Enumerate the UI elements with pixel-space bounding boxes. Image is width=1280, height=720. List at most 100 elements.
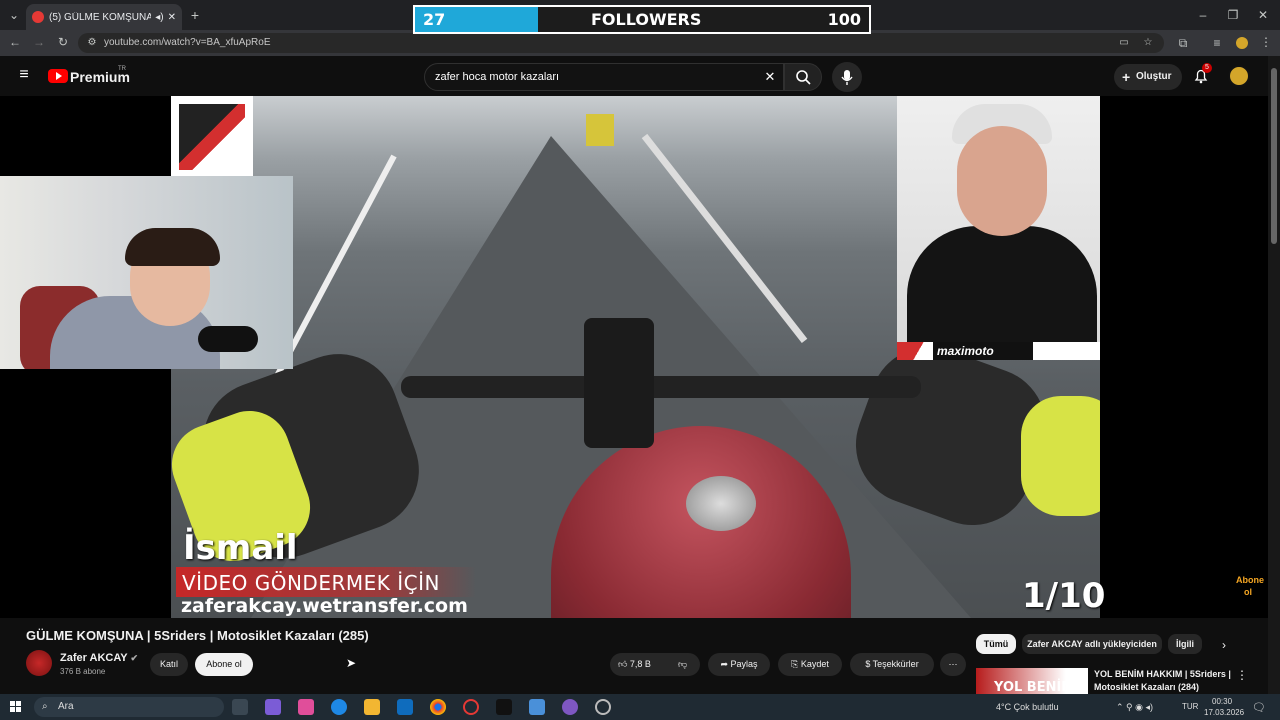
outlook-icon[interactable]	[397, 699, 413, 715]
account-avatar[interactable]	[1228, 65, 1250, 87]
notifications-button[interactable]: 5	[1192, 63, 1212, 85]
streamer-webcam	[0, 176, 293, 369]
new-tab-icon[interactable]: +	[188, 8, 202, 22]
like-button[interactable]: 👍︎ 7,8 B	[618, 659, 651, 669]
video-player[interactable]: maximoto İsmail VİDEO GÖNDERMEK İÇİN zaf…	[0, 96, 1268, 618]
save-icon: ⎘	[791, 659, 799, 669]
channel-avatar[interactable]	[26, 650, 52, 676]
reading-list-icon[interactable]: ≡	[1210, 36, 1224, 50]
subscribe-watermark[interactable]: Abone ol	[1236, 574, 1264, 600]
site-info-icon[interactable]: ⚙	[86, 36, 98, 50]
save-button[interactable]: ⎘ Kaydet	[778, 653, 842, 676]
edge-icon[interactable]	[331, 699, 347, 715]
send-video-banner: VİDEO GÖNDERMEK İÇİN	[176, 567, 476, 597]
browser-tab-active[interactable]: (5) GÜLME KOMŞUNA | 5Sriders ◂) ✕	[26, 4, 182, 30]
app-icon[interactable]	[529, 699, 545, 715]
chrome-menu-icon[interactable]: ⋮	[1260, 35, 1272, 49]
weather-text[interactable]: 4°C Çok bulutlu	[996, 702, 1059, 712]
clock-time[interactable]: 00:30	[1212, 697, 1232, 706]
clear-search-icon[interactable]: ✕	[763, 64, 777, 90]
bus-ahead	[586, 114, 614, 146]
opera-icon[interactable]	[463, 699, 479, 715]
obs-icon[interactable]	[595, 699, 611, 715]
subscribe-button[interactable]: Abone ol	[195, 653, 253, 676]
file-explorer-icon[interactable]	[364, 699, 380, 715]
tiktok-icon[interactable]	[496, 699, 512, 715]
suggested-thumbnail[interactable]: YOL BENİM	[976, 668, 1088, 694]
more-actions-button[interactable]: ⋯	[940, 653, 966, 676]
notification-center-icon[interactable]: 🗨︎	[1252, 701, 1266, 714]
microphone-icon	[841, 70, 853, 85]
windows-start-icon[interactable]	[10, 701, 22, 713]
followers-label: FOLLOWERS	[591, 10, 702, 29]
notification-count: 5	[1202, 63, 1212, 73]
followers-goal: 100	[827, 10, 861, 29]
premium-region: TR	[118, 66, 126, 72]
suggested-menu-icon[interactable]: ⋮	[1236, 668, 1248, 682]
minimize-icon[interactable]: –	[1196, 8, 1210, 22]
back-icon[interactable]: ←	[8, 35, 22, 49]
clock-date[interactable]: 17.03.2026	[1204, 708, 1244, 717]
search-icon	[796, 70, 811, 85]
handlebar	[401, 376, 921, 398]
host-shirt	[907, 226, 1097, 360]
5sriders-logo	[171, 96, 253, 178]
tray-icons[interactable]: ⌃ ⚲ ◉ ◂)	[1116, 702, 1153, 713]
maximoto-text: maximoto	[933, 342, 1033, 360]
reload-icon[interactable]: ↻	[56, 35, 70, 49]
chip-from-uploader[interactable]: Zafer AKCAY adlı yükleyiciden	[1022, 634, 1162, 654]
copilot-icon[interactable]	[265, 699, 281, 715]
tab-audio-icon[interactable]: ◂)	[155, 12, 163, 23]
clip-counter: 1/10	[1022, 576, 1106, 616]
url-text: youtube.com/watch?v=BA_xfuApRoE	[104, 37, 271, 48]
chip-all[interactable]: Tümü	[976, 634, 1016, 654]
share-button[interactable]: ➦ Paylaş	[708, 653, 770, 676]
profile-avatar[interactable]	[1236, 37, 1248, 49]
search-button[interactable]	[784, 63, 822, 91]
suggested-title[interactable]: YOL BENİM HAKKIM | 5Sriders | Motosiklet…	[1094, 668, 1234, 694]
like-dislike-group: 👍︎ 7,8 B 👎︎	[610, 653, 700, 676]
thanks-icon: $	[865, 659, 871, 669]
cast-icon[interactable]: ▭	[1118, 36, 1130, 50]
join-button[interactable]: Katıl	[150, 653, 188, 676]
youtube-favicon-icon	[32, 11, 44, 23]
page-scrollbar[interactable]	[1268, 56, 1280, 694]
bookmark-star-icon[interactable]: ☆	[1142, 36, 1154, 50]
subscriber-count: 376 B abone	[60, 667, 106, 676]
chrome-icon[interactable]	[430, 699, 446, 715]
streamer-hair	[125, 228, 220, 266]
tab-close-icon[interactable]: ✕	[168, 12, 176, 23]
taskbar-search[interactable]: ⌕ Ara	[34, 697, 224, 717]
followers-goal-bar: 27 FOLLOWERS 100	[413, 5, 871, 34]
create-button[interactable]: + Oluştur	[1114, 64, 1182, 90]
task-view-icon[interactable]	[232, 699, 248, 715]
discord-icon[interactable]	[562, 699, 578, 715]
window-close-icon[interactable]: ✕	[1256, 8, 1270, 22]
hamburger-menu-icon[interactable]: ≡	[16, 67, 32, 83]
share-icon: ➦	[720, 659, 728, 669]
search-input[interactable]: zafer hoca motor kazaları ✕	[424, 63, 784, 91]
more-icon: ⋯	[948, 659, 958, 669]
url-field[interactable]: ⚙ youtube.com/watch?v=BA_xfuApRoE ▭ ☆	[78, 33, 1164, 53]
chip-related[interactable]: İlgili	[1168, 634, 1202, 654]
channel-name[interactable]: Zafer AKCAY ✔	[60, 652, 138, 664]
forward-icon[interactable]: →	[32, 35, 46, 49]
extensions-icon[interactable]: ⧉	[1176, 36, 1190, 50]
suggested-thumb-text: YOL BENİM	[994, 680, 1075, 694]
scrollbar-thumb[interactable]	[1271, 68, 1277, 244]
taskbar-search-icon: ⌕	[42, 701, 48, 712]
ms365-icon[interactable]	[298, 699, 314, 715]
language-indicator[interactable]: TUR	[1182, 702, 1198, 711]
send-video-text: VİDEO GÖNDERMEK İÇİN	[182, 571, 440, 595]
chips-next-icon[interactable]: ›	[1222, 638, 1226, 652]
search-value: zafer hoca motor kazaları	[435, 71, 560, 83]
voice-search-button[interactable]	[832, 62, 862, 92]
right-jacket-cuff	[1021, 396, 1100, 516]
thanks-button[interactable]: $ Teşekkürler	[850, 653, 934, 676]
restore-icon[interactable]: ❐	[1226, 8, 1240, 22]
tab-search-icon[interactable]: ⌄	[6, 8, 22, 22]
mouse-cursor-icon: ➤	[346, 656, 357, 670]
host-face	[957, 126, 1047, 236]
youtube-logo-icon[interactable]	[48, 69, 68, 83]
dislike-icon[interactable]: 👎︎	[678, 653, 687, 676]
